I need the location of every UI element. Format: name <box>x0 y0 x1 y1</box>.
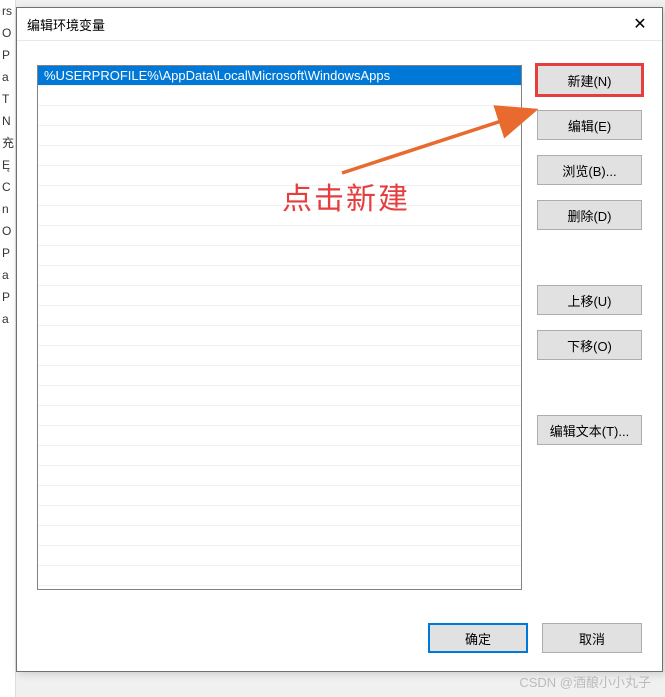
edit-env-dialog: 编辑环境变量 ✕ %USERPROFILE%\AppData\Local\Mic… <box>16 7 663 672</box>
button-column: 新建(N) 编辑(E) 浏览(B)... 删除(D) 上移(U) 下移(O) 编… <box>537 65 642 445</box>
close-icon[interactable]: ✕ <box>618 8 662 40</box>
list-item[interactable]: %USERPROFILE%\AppData\Local\Microsoft\Wi… <box>38 66 521 86</box>
list-item[interactable] <box>38 326 521 346</box>
edit-button[interactable]: 编辑(E) <box>537 110 642 140</box>
list-item[interactable] <box>38 166 521 186</box>
list-item[interactable] <box>38 146 521 166</box>
new-button[interactable]: 新建(N) <box>537 65 642 95</box>
list-item[interactable] <box>38 566 521 586</box>
list-item[interactable] <box>38 386 521 406</box>
bottom-buttons: 确定 取消 <box>428 623 642 653</box>
list-item[interactable] <box>38 426 521 446</box>
delete-button[interactable]: 删除(D) <box>537 200 642 230</box>
list-item[interactable] <box>38 206 521 226</box>
list-item[interactable] <box>38 366 521 386</box>
list-item[interactable] <box>38 186 521 206</box>
edit-text-button[interactable]: 编辑文本(T)... <box>537 415 642 445</box>
list-item[interactable] <box>38 506 521 526</box>
list-item[interactable] <box>38 86 521 106</box>
list-item[interactable] <box>38 546 521 566</box>
list-item[interactable] <box>38 126 521 146</box>
background-strip: rsOPaTN充ĘCnOPaPa <box>0 0 16 697</box>
list-item[interactable] <box>38 226 521 246</box>
watermark: CSDN @酒酿小小丸子 <box>519 672 651 691</box>
move-up-button[interactable]: 上移(U) <box>537 285 642 315</box>
ok-button[interactable]: 确定 <box>428 623 528 653</box>
list-item[interactable] <box>38 446 521 466</box>
list-item[interactable] <box>38 406 521 426</box>
list-item[interactable] <box>38 346 521 366</box>
content-area: %USERPROFILE%\AppData\Local\Microsoft\Wi… <box>17 41 662 671</box>
list-item[interactable] <box>38 466 521 486</box>
cancel-button[interactable]: 取消 <box>542 623 642 653</box>
list-item[interactable] <box>38 486 521 506</box>
list-item[interactable] <box>38 286 521 306</box>
dialog-title: 编辑环境变量 <box>27 15 105 34</box>
browse-button[interactable]: 浏览(B)... <box>537 155 642 185</box>
titlebar: 编辑环境变量 ✕ <box>17 8 662 41</box>
list-item[interactable] <box>38 306 521 326</box>
list-item[interactable] <box>38 246 521 266</box>
path-listbox[interactable]: %USERPROFILE%\AppData\Local\Microsoft\Wi… <box>37 65 522 590</box>
list-item[interactable] <box>38 106 521 126</box>
move-down-button[interactable]: 下移(O) <box>537 330 642 360</box>
list-item[interactable] <box>38 526 521 546</box>
list-item[interactable] <box>38 266 521 286</box>
